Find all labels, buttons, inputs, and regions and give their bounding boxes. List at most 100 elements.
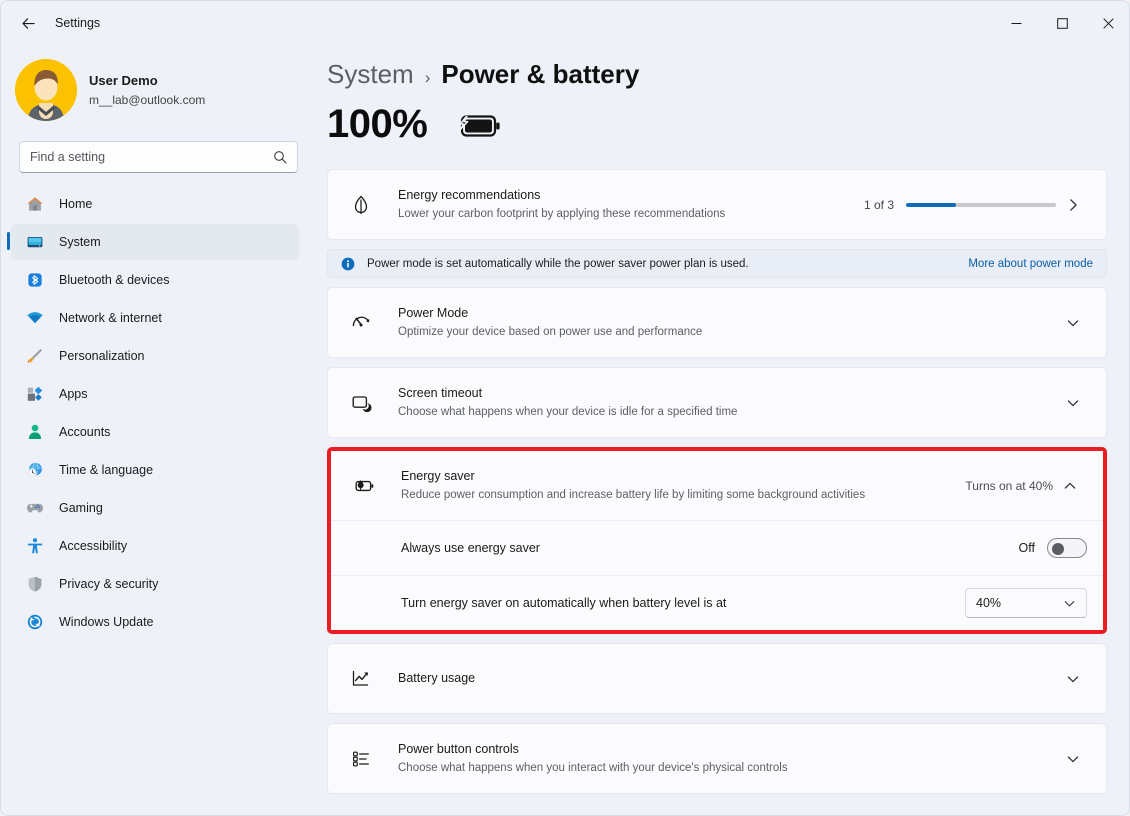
page-title: Power & battery (441, 59, 639, 90)
sidebar: User Demo m__lab@outlook.com (1, 45, 315, 816)
monitor-icon (25, 232, 45, 252)
breadcrumb-separator-icon: › (425, 68, 431, 88)
sidebar-item-privacy-security[interactable]: Privacy & security (11, 566, 299, 602)
more-about-power-mode-link[interactable]: More about power mode (968, 258, 1093, 270)
battery-status: 100% (327, 102, 1130, 147)
clock-globe-icon (25, 460, 45, 480)
search-input[interactable] (30, 150, 273, 164)
avatar (15, 59, 77, 121)
home-icon (25, 194, 45, 214)
screen-timeout-card[interactable]: Screen timeout Choose what happens when … (327, 367, 1107, 438)
battery-percentage: 100% (327, 102, 427, 147)
sidebar-item-label: Time & language (59, 463, 153, 477)
sidebar-item-label: Gaming (59, 501, 103, 515)
sidebar-item-label: Privacy & security (59, 577, 158, 591)
chevron-down-icon[interactable] (1056, 396, 1090, 410)
breadcrumb: System › Power & battery (327, 59, 1130, 90)
card-subtitle: Choose what happens when you interact wi… (398, 760, 1056, 777)
sidebar-item-time-language[interactable]: Time & language (11, 452, 299, 488)
card-title: Battery usage (398, 669, 1056, 688)
shield-icon (25, 574, 45, 594)
energy-saver-card[interactable]: Energy saver Reduce power consumption an… (331, 451, 1103, 630)
minimize-button[interactable] (993, 1, 1039, 45)
refresh-icon (25, 612, 45, 632)
card-title: Screen timeout (398, 384, 1056, 403)
settings-cards: Energy recommendations Lower your carbon… (327, 169, 1107, 794)
always-use-energy-saver-row: Always use energy saver Off (331, 520, 1103, 575)
sidebar-item-windows-update[interactable]: Windows Update (11, 604, 299, 640)
sidebar-item-accessibility[interactable]: Accessibility (11, 528, 299, 564)
person-icon (25, 422, 45, 442)
back-button[interactable] (11, 6, 45, 40)
dropdown-selected-value: 40% (976, 596, 1001, 610)
power-button-controls-card[interactable]: Power button controls Choose what happen… (327, 723, 1107, 794)
info-banner-text: Power mode is set automatically while th… (367, 258, 749, 270)
maximize-icon (1057, 18, 1068, 29)
sidebar-item-network-internet[interactable]: Network & internet (11, 300, 299, 336)
sidebar-item-gaming[interactable]: Gaming (11, 490, 299, 526)
breadcrumb-parent[interactable]: System (327, 59, 414, 90)
battery-charging-icon (449, 105, 505, 145)
card-title: Energy recommendations (398, 186, 864, 205)
maximize-button[interactable] (1039, 1, 1085, 45)
profile-name: User Demo (89, 71, 205, 91)
speedometer-icon (344, 312, 378, 334)
chevron-down-icon[interactable] (1056, 672, 1090, 686)
card-subtitle: Reduce power consumption and increase ba… (401, 487, 965, 504)
title-bar: Settings (1, 1, 1130, 45)
monitor-moon-icon (344, 392, 378, 414)
battery-level-dropdown[interactable]: 40% (965, 588, 1087, 618)
info-icon (341, 257, 355, 271)
search-box[interactable] (19, 141, 298, 173)
auto-threshold-row: Turn energy saver on automatically when … (331, 575, 1103, 630)
sidebar-item-home[interactable]: Home (11, 186, 299, 222)
sidebar-item-label: Network & internet (59, 311, 162, 325)
profile-text: User Demo m__lab@outlook.com (89, 71, 205, 109)
accessibility-icon (25, 536, 45, 556)
chevron-down-icon[interactable] (1056, 316, 1090, 330)
sliders-list-icon (344, 748, 378, 770)
card-title: Power Mode (398, 304, 1056, 323)
gamepad-icon (25, 498, 45, 518)
energy-recommendations-card[interactable]: Energy recommendations Lower your carbon… (327, 169, 1107, 240)
energy-saver-status: Turns on at 40% (965, 479, 1053, 493)
paintbrush-icon (25, 346, 45, 366)
window-controls (993, 1, 1130, 45)
battery-leaf-icon (347, 475, 381, 497)
chevron-down-icon (1063, 597, 1076, 610)
sidebar-item-accounts[interactable]: Accounts (11, 414, 299, 450)
toggle-knob (1052, 543, 1064, 555)
avatar-illustration-icon (15, 59, 77, 121)
settings-window: Settings (0, 0, 1130, 816)
wifi-icon (25, 308, 45, 328)
sidebar-item-apps[interactable]: Apps (11, 376, 299, 412)
card-subtitle: Choose what happens when your device is … (398, 404, 1056, 421)
recommendation-count: 1 of 3 (864, 198, 894, 212)
chevron-up-icon[interactable] (1053, 479, 1087, 493)
sidebar-item-label: System (59, 235, 101, 249)
close-button[interactable] (1085, 1, 1130, 45)
leaf-icon (344, 194, 378, 216)
power-mode-info-banner: Power mode is set automatically while th… (327, 249, 1107, 278)
chevron-down-icon[interactable] (1056, 752, 1090, 766)
sidebar-item-personalization[interactable]: Personalization (11, 338, 299, 374)
sidebar-item-system[interactable]: System (11, 224, 299, 260)
card-subtitle: Lower your carbon footprint by applying … (398, 206, 864, 223)
main-content: System › Power & battery 100% (315, 45, 1130, 816)
battery-usage-card[interactable]: Battery usage (327, 643, 1107, 714)
power-mode-card[interactable]: Power Mode Optimize your device based on… (327, 287, 1107, 358)
card-subtitle: Optimize your device based on power use … (398, 324, 1056, 341)
sidebar-item-bluetooth-devices[interactable]: Bluetooth & devices (11, 262, 299, 298)
apps-icon (25, 384, 45, 404)
chevron-right-icon[interactable] (1056, 198, 1090, 212)
line-chart-icon (344, 668, 378, 690)
always-use-energy-saver-toggle[interactable] (1047, 538, 1087, 558)
sidebar-item-label: Accounts (59, 425, 110, 439)
user-profile[interactable]: User Demo m__lab@outlook.com (15, 59, 315, 121)
sidebar-item-label: Home (59, 197, 92, 211)
energy-saver-highlight-box: Energy saver Reduce power consumption an… (327, 447, 1107, 634)
profile-email: m__lab@outlook.com (89, 91, 205, 109)
card-title: Power button controls (398, 740, 1056, 759)
sidebar-item-label: Accessibility (59, 539, 127, 553)
sidebar-item-label: Personalization (59, 349, 144, 363)
